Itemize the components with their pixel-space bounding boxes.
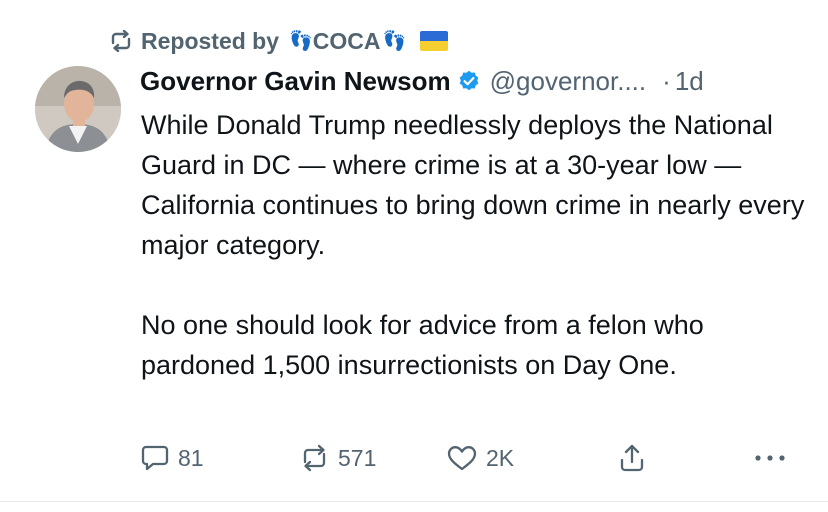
repost-button[interactable]: 571 [298, 440, 376, 476]
ukraine-flag-icon [420, 31, 449, 51]
repost-banner[interactable]: Reposted by 👣 COCA 👣 [108, 26, 449, 56]
reply-count: 81 [178, 444, 204, 471]
post-paragraph-2: No one should look for advice from a fel… [141, 310, 704, 380]
heart-icon [447, 446, 477, 471]
post-text: While Donald Trump needlessly deploys th… [141, 105, 811, 385]
tweet-card[interactable]: Reposted by 👣 COCA 👣 Governor Gavin News… [0, 0, 828, 512]
avatar[interactable] [35, 66, 121, 152]
repost-icon [111, 30, 131, 52]
feet-glyph-trailing: 👣 [382, 31, 406, 52]
like-button[interactable]: 2K [446, 440, 514, 476]
reply-icon [141, 445, 169, 471]
more-options-button[interactable] [752, 440, 788, 476]
like-count: 2K [486, 444, 515, 471]
action-bar: 81 571 2K [140, 440, 800, 476]
handle[interactable]: @governor.... [490, 66, 646, 97]
feet-glyph: 👣 [289, 31, 313, 52]
share-button[interactable] [618, 440, 646, 476]
avatar-image [35, 66, 121, 152]
post-header: Governor Gavin Newsom @governor.... · 1d [140, 64, 704, 98]
reposter-name[interactable]: COCA [313, 28, 381, 55]
timestamp[interactable]: 1d [675, 66, 704, 97]
reply-button[interactable]: 81 [140, 440, 204, 476]
repost-count: 571 [338, 444, 377, 471]
repost-action-icon [303, 444, 326, 472]
separator-dot: · [662, 65, 671, 96]
post-paragraph-1: While Donald Trump needlessly deploys th… [141, 110, 805, 260]
share-icon [620, 444, 644, 472]
more-icon [755, 455, 785, 461]
verified-badge-icon [459, 70, 478, 91]
display-name[interactable]: Governor Gavin Newsom [140, 66, 451, 97]
repost-prefix: Reposted by [141, 27, 280, 54]
divider [0, 501, 828, 502]
